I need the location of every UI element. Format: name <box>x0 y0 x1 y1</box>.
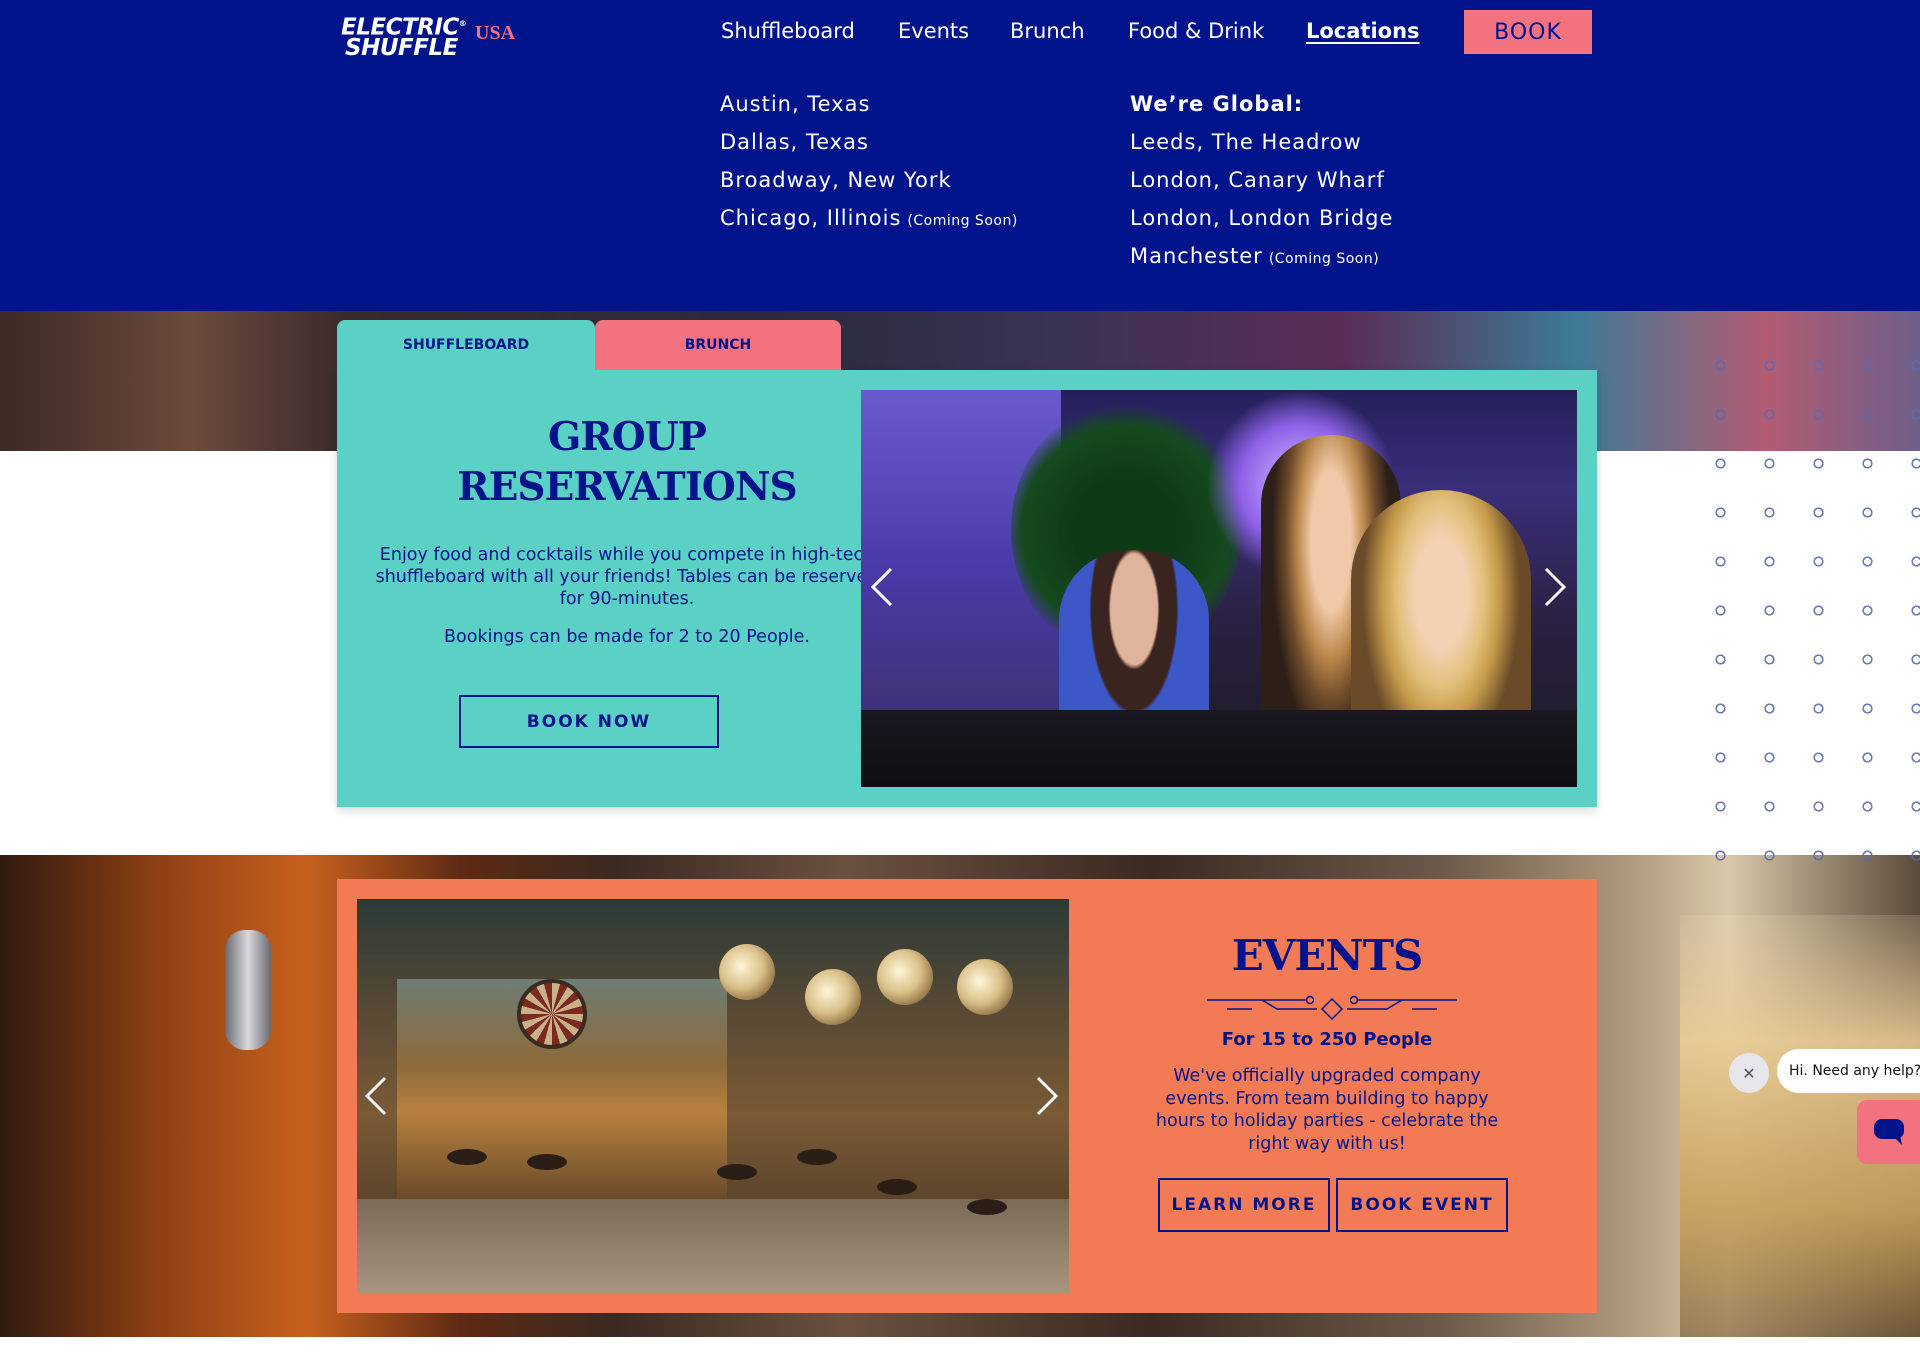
tab-shuffleboard[interactable]: SHUFFLEBOARD <box>337 320 595 370</box>
location-name: Dallas, Texas <box>720 130 869 154</box>
location-name: Broadway, New York <box>720 168 952 192</box>
location-name: Austin, Texas <box>720 92 871 116</box>
location-name: London, Canary Wharf <box>1130 168 1385 192</box>
book-button[interactable]: BOOK <box>1464 10 1592 54</box>
location-link[interactable]: Broadway, New York <box>720 161 1018 199</box>
location-link[interactable]: London, Canary Wharf <box>1130 161 1393 199</box>
location-name: Chicago, Illinois <box>720 206 902 230</box>
location-link[interactable]: London, London Bridge <box>1130 199 1393 237</box>
location-link[interactable]: Chicago, Illinois (Coming Soon) <box>720 199 1018 240</box>
photo-detail <box>527 1154 567 1170</box>
photo-detail <box>517 979 587 1049</box>
events-title: EVENTS <box>1231 931 1424 980</box>
coming-soon-note: (Coming Soon) <box>1268 251 1380 267</box>
location-name: Manchester <box>1130 244 1263 268</box>
nav-food-drink[interactable]: Food & Drink <box>1128 19 1264 43</box>
logo[interactable]: ELECTRIC® SHUFFLE <box>341 14 467 61</box>
chevron-right-icon[interactable] <box>1034 1074 1060 1126</box>
events-description: We've officially upgraded company events… <box>1155 1066 1499 1154</box>
chevron-left-icon[interactable] <box>869 565 895 617</box>
chat-greeting-bubble[interactable]: Hi. Need any help? <box>1777 1049 1920 1093</box>
photo-detail <box>357 1199 1069 1293</box>
photo-detail <box>717 1164 757 1180</box>
photo-detail <box>719 944 775 1000</box>
nav-locations[interactable]: Locations <box>1306 19 1420 43</box>
reservations-description: Enjoy food and cocktails while you compe… <box>375 545 879 609</box>
chevron-left-icon[interactable] <box>363 1074 389 1126</box>
nav-events[interactable]: Events <box>898 19 969 43</box>
photo-detail <box>805 969 861 1025</box>
photo-detail <box>967 1199 1007 1215</box>
learn-more-button[interactable]: LEARN MORE <box>1158 1178 1330 1232</box>
dot-pattern-decoration <box>1696 341 1920 861</box>
coming-soon-note: (Coming Soon) <box>907 213 1018 229</box>
reservations-photo-carousel <box>861 390 1577 787</box>
chevron-right-icon[interactable] <box>1542 565 1568 617</box>
reservations-title: GROUP RESERVATIONS <box>457 414 797 510</box>
global-heading: We’re Global: <box>1130 92 1304 116</box>
photo-detail <box>447 1149 487 1165</box>
photo-detail <box>957 959 1013 1015</box>
ornament-divider-icon <box>1207 995 1457 1021</box>
book-event-button[interactable]: BOOK EVENT <box>1336 1178 1508 1232</box>
location-link[interactable]: Leeds, The Headrow <box>1130 123 1393 161</box>
nav-shuffleboard[interactable]: Shuffleboard <box>721 19 855 43</box>
chat-icon <box>1873 1119 1904 1145</box>
photo-detail <box>861 710 1577 787</box>
tab-brunch[interactable]: BRUNCH <box>595 320 841 370</box>
reservations-capacity: Bookings can be made for 2 to 20 People. <box>444 627 810 647</box>
photo-detail <box>877 1179 917 1195</box>
chat-launcher-button[interactable] <box>1857 1100 1920 1164</box>
photo-detail <box>877 949 933 1005</box>
group-reservations-card: GROUP RESERVATIONS Enjoy food and cockta… <box>337 370 1597 807</box>
events-photo-carousel <box>357 899 1069 1293</box>
location-name: London, London Bridge <box>1130 206 1394 230</box>
locations-global: We’re Global: Leeds, The Headrow London,… <box>1130 85 1393 278</box>
logo-line-2: SHUFFLE <box>345 34 458 61</box>
locations-usa: Austin, Texas Dallas, Texas Broadway, Ne… <box>720 85 1018 240</box>
location-link[interactable]: Austin, Texas <box>720 85 1018 123</box>
close-icon[interactable]: ✕ <box>1729 1053 1769 1093</box>
events-card: EVENTS For 15 to 250 People We've offici… <box>337 879 1597 1313</box>
region-label[interactable]: USA <box>475 22 515 45</box>
events-subtitle: For 15 to 250 People <box>1221 1029 1433 1050</box>
nav-brunch[interactable]: Brunch <box>1010 19 1085 43</box>
site-header: ELECTRIC® SHUFFLE USA Shuffleboard Event… <box>0 0 1920 311</box>
location-link[interactable]: Manchester (Coming Soon) <box>1130 237 1393 278</box>
location-link[interactable]: Dallas, Texas <box>720 123 1018 161</box>
photo-detail <box>797 1149 837 1165</box>
location-name: Leeds, The Headrow <box>1130 130 1362 154</box>
photo-detail <box>225 930 271 1050</box>
book-now-button[interactable]: BOOK NOW <box>459 695 719 748</box>
